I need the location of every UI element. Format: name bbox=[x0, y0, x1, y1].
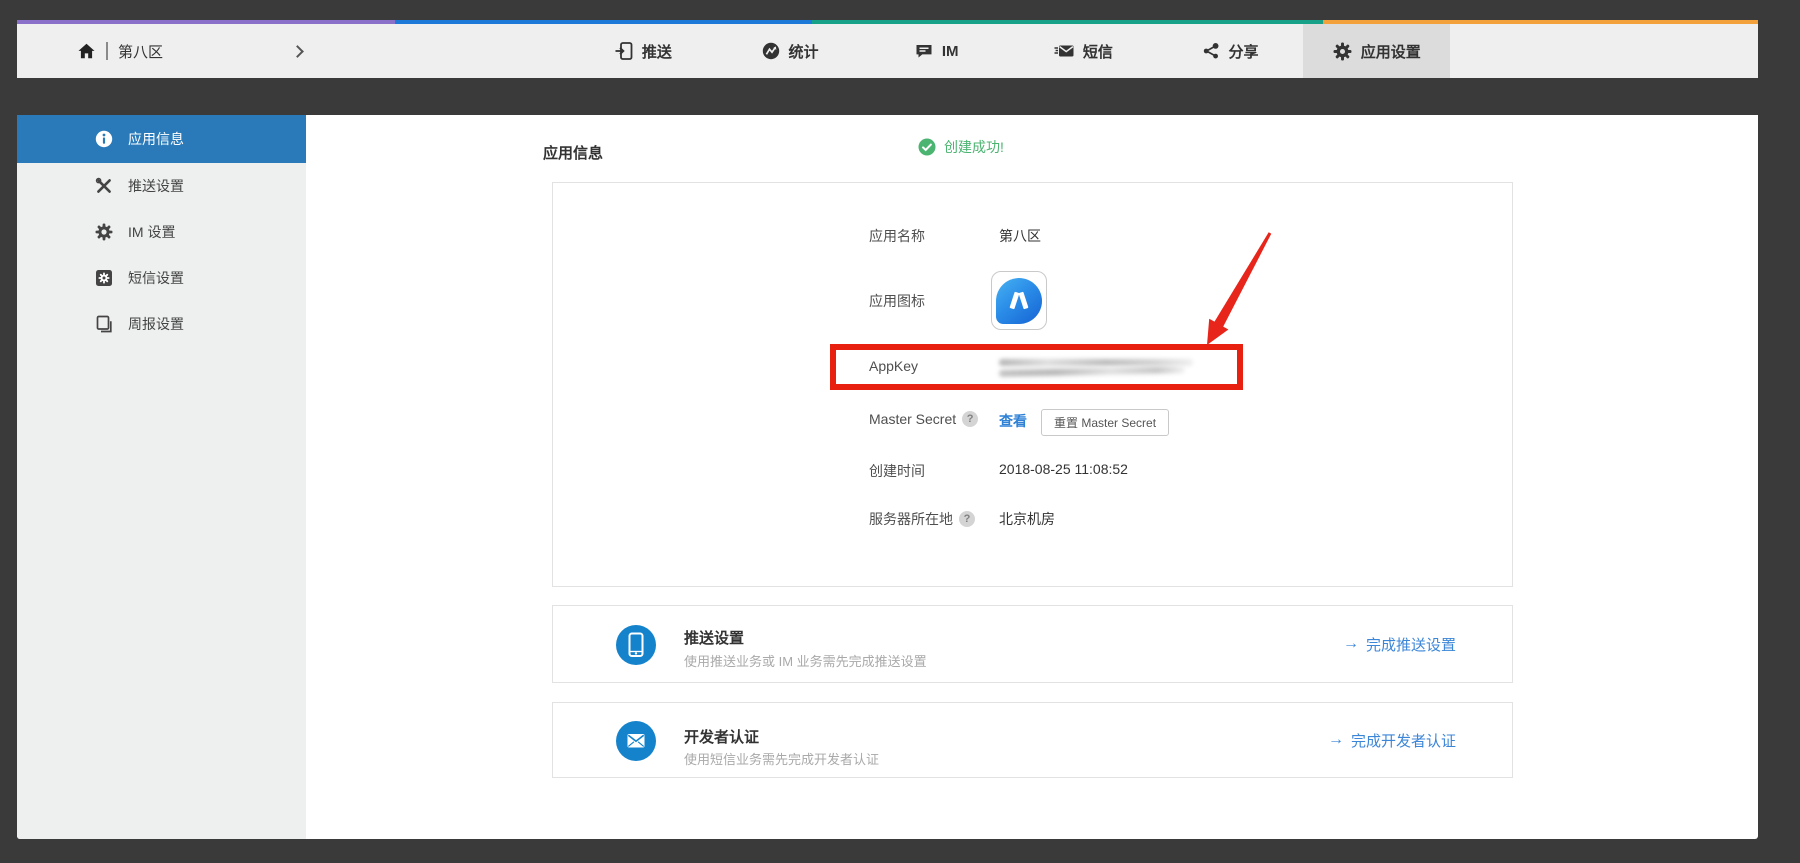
tab-label: 应用设置 bbox=[1361, 41, 1421, 62]
app-name-label: 应用名称 bbox=[869, 226, 925, 246]
breadcrumb-divider bbox=[106, 42, 108, 60]
logo-glyph-bar bbox=[1018, 291, 1028, 309]
app-icon bbox=[991, 271, 1047, 330]
nav-tabs: 推送 统计 IM 短信 bbox=[570, 24, 1450, 78]
report-stack-icon bbox=[95, 315, 113, 333]
success-message: 创建成功! bbox=[944, 137, 1004, 157]
complete-push-setup-link[interactable]: → 完成推送设置 bbox=[1343, 606, 1456, 682]
push-icon bbox=[615, 42, 633, 60]
push-setup-card: 推送设置 使用推送业务或 IM 业务需先完成推送设置 → 完成推送设置 bbox=[552, 605, 1513, 683]
help-question-icon[interactable]: ? bbox=[959, 511, 975, 527]
app-info-card: 应用名称 第八区 应用图标 AppKey bbox=[552, 182, 1513, 587]
arrow-right-icon: → bbox=[1343, 635, 1359, 653]
card-description: 使用短信业务需先完成开发者认证 bbox=[684, 749, 879, 768]
page-title: 应用信息 bbox=[543, 142, 603, 163]
app-icon-label: 应用图标 bbox=[869, 291, 925, 311]
link-label: 完成推送设置 bbox=[1366, 634, 1456, 655]
sidebar-item-label: 推送设置 bbox=[128, 176, 184, 196]
sidebar-item-label: 短信设置 bbox=[128, 268, 184, 288]
sidebar-item-push-settings[interactable]: 推送设置 bbox=[17, 163, 306, 209]
created-time-value: 2018-08-25 11:08:52 bbox=[999, 461, 1128, 477]
server-location-value: 北京机房 bbox=[999, 509, 1055, 529]
sidebar-item-label: 应用信息 bbox=[128, 129, 184, 149]
tab-im[interactable]: IM bbox=[863, 24, 1010, 78]
sms-gear-icon bbox=[95, 269, 113, 287]
reset-master-secret-button[interactable]: 重置 Master Secret bbox=[1041, 409, 1169, 436]
appkey-value-redacted bbox=[999, 359, 1193, 379]
tab-push[interactable]: 推送 bbox=[570, 24, 717, 78]
card-title: 推送设置 bbox=[684, 627, 744, 648]
tab-stats[interactable]: 统计 bbox=[717, 24, 864, 78]
sidebar-item-weekly-report-settings[interactable]: 周报设置 bbox=[17, 301, 306, 347]
developer-verification-card: 开发者认证 使用短信业务需先完成开发者认证 → 完成开发者认证 bbox=[552, 702, 1513, 778]
share-icon bbox=[1202, 42, 1220, 60]
created-time-label: 创建时间 bbox=[869, 461, 925, 481]
creation-success-badge: 创建成功! bbox=[918, 137, 1004, 157]
gear-icon bbox=[1333, 42, 1352, 61]
tab-label: IM bbox=[942, 43, 959, 60]
app-name-value: 第八区 bbox=[999, 226, 1041, 246]
stats-icon bbox=[762, 42, 780, 60]
tab-label: 统计 bbox=[789, 41, 819, 62]
tab-label: 推送 bbox=[642, 41, 672, 62]
master-secret-actions: 查看 bbox=[999, 411, 1027, 431]
sms-envelope-icon bbox=[1054, 42, 1074, 60]
chat-bubble-icon bbox=[915, 42, 933, 60]
info-icon bbox=[95, 130, 113, 148]
home-icon[interactable] bbox=[77, 42, 96, 61]
arrow-right-icon: → bbox=[1328, 731, 1344, 749]
main-panel: 应用信息 创建成功! 应用名称 第八区 应用图标 bbox=[306, 115, 1758, 839]
help-question-icon[interactable]: ? bbox=[962, 411, 978, 427]
settings-sidebar: 应用信息 推送设置 IM 设置 短信设置 bbox=[17, 115, 306, 839]
view-master-secret-link[interactable]: 查看 bbox=[999, 411, 1027, 431]
link-label: 完成开发者认证 bbox=[1351, 730, 1456, 751]
server-location-label: 服务器所在地 ? bbox=[869, 509, 975, 529]
mail-circle-icon bbox=[616, 721, 656, 766]
tab-label: 分享 bbox=[1229, 41, 1259, 62]
redaction-smudge bbox=[999, 359, 1193, 366]
complete-developer-verification-link[interactable]: → 完成开发者认证 bbox=[1328, 703, 1456, 777]
app-logo-drop bbox=[996, 278, 1042, 324]
redaction-smudge bbox=[999, 366, 1185, 377]
master-secret-label: Master Secret ? bbox=[869, 411, 978, 427]
chevron-right-icon[interactable] bbox=[291, 45, 304, 58]
tab-sms[interactable]: 短信 bbox=[1010, 24, 1157, 78]
app-console-page: 第八区 推送 统计 bbox=[0, 0, 1800, 863]
breadcrumb-app-name[interactable]: 第八区 bbox=[118, 41, 163, 62]
card-title: 开发者认证 bbox=[684, 726, 759, 747]
sidebar-item-im-settings[interactable]: IM 设置 bbox=[17, 209, 306, 255]
tab-app-settings[interactable]: 应用设置 bbox=[1303, 24, 1450, 78]
sidebar-item-label: 周报设置 bbox=[128, 314, 184, 334]
tools-icon bbox=[95, 177, 113, 195]
tab-share[interactable]: 分享 bbox=[1157, 24, 1304, 78]
check-circle-icon bbox=[918, 138, 936, 156]
content-frame: 应用信息 推送设置 IM 设置 短信设置 bbox=[17, 115, 1758, 839]
sidebar-item-sms-settings[interactable]: 短信设置 bbox=[17, 255, 306, 301]
top-navigation-bar: 第八区 推送 统计 bbox=[17, 20, 1758, 78]
phone-circle-icon bbox=[616, 625, 656, 670]
gear-icon bbox=[95, 223, 113, 241]
sidebar-item-label: IM 设置 bbox=[128, 222, 175, 242]
card-description: 使用推送业务或 IM 业务需先完成推送设置 bbox=[684, 651, 927, 670]
sidebar-item-app-info[interactable]: 应用信息 bbox=[17, 115, 306, 163]
breadcrumb: 第八区 bbox=[77, 24, 302, 78]
appkey-label: AppKey bbox=[869, 358, 918, 374]
tab-label: 短信 bbox=[1083, 41, 1113, 62]
